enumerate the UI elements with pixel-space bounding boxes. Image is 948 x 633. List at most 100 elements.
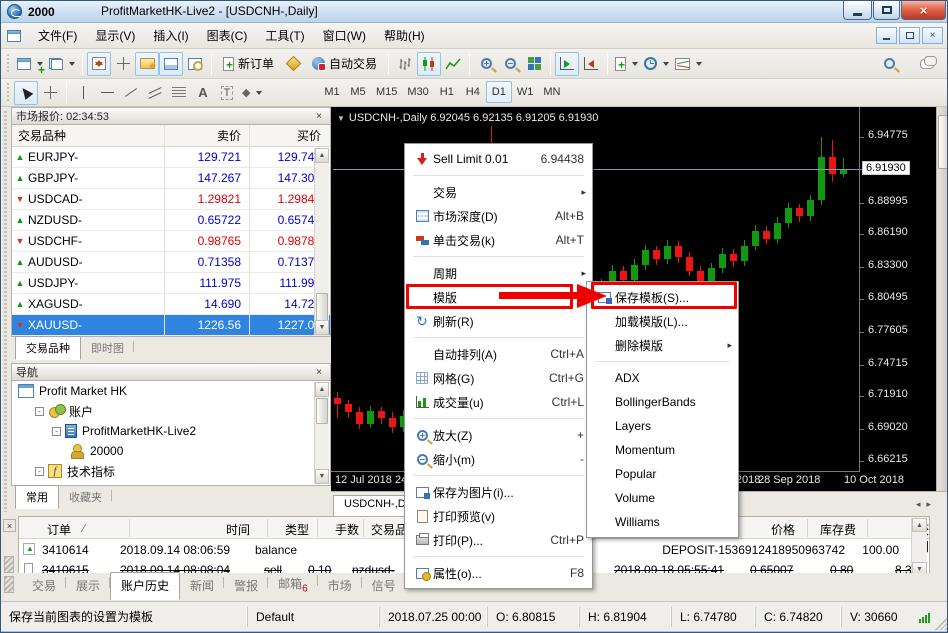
zoom-in-button[interactable] — [474, 52, 498, 76]
new-order-button[interactable]: +新订单 — [216, 52, 281, 76]
terminal-close-button[interactable]: × — [3, 519, 16, 532]
chart-scrollbar[interactable] — [936, 107, 948, 491]
market-row-EURJPY-[interactable]: ▲EURJPY-129.721129.743 — [12, 147, 330, 168]
menu-工具(T)[interactable]: 工具(T) — [256, 23, 313, 48]
terminal-column-订单[interactable]: 订单 — [47, 521, 71, 538]
chart-shift-button[interactable] — [579, 52, 603, 76]
market-watch-tab-即时图[interactable]: 即时图 — [81, 337, 134, 359]
navigator-item[interactable]: 20000 — [12, 441, 330, 461]
periods-button[interactable] — [641, 52, 672, 76]
bar-chart-button[interactable] — [393, 52, 417, 76]
tile-windows-button[interactable] — [522, 52, 546, 76]
trendline-tool-button[interactable] — [119, 81, 143, 105]
market-watch-scrollbar[interactable]: ▲ ▼ — [314, 148, 329, 335]
timeframe-D1-button[interactable]: D1 — [486, 81, 512, 103]
strategy-tester-button[interactable] — [183, 52, 207, 76]
timeframe-H1-button[interactable]: H1 — [434, 81, 460, 103]
navigator-item[interactable]: Profit Market HK — [12, 381, 330, 401]
data-window-button[interactable] — [111, 52, 135, 76]
menu-item-缩小(m)[interactable]: 缩小(m)- — [405, 447, 592, 471]
dock-grip[interactable] — [4, 576, 14, 593]
navigator-item[interactable]: -账户 — [12, 401, 330, 421]
timeframe-M15-button[interactable]: M15 — [371, 81, 402, 103]
timeframe-M30-button[interactable]: M30 — [402, 81, 433, 103]
tab-scroll-left-icon[interactable]: ◂ — [916, 499, 921, 510]
expander-minus-icon[interactable]: - — [35, 407, 44, 416]
menu-item-Sell Limit 0.01[interactable]: Sell Limit 0.016.94438 — [405, 147, 592, 171]
menu-item-保存为图片(i)...[interactable]: 保存为图片(i)... — [405, 480, 592, 504]
menu-item-BollingerBands[interactable]: BollingerBands — [587, 390, 738, 414]
column-header-symbol[interactable]: 交易品种 — [12, 127, 164, 144]
scroll-up-icon[interactable]: ▲ — [315, 148, 329, 163]
menu-插入(I)[interactable]: 插入(I) — [144, 23, 197, 48]
market-row-USDCAD-[interactable]: ▼USDCAD-1.298211.29844 — [12, 189, 330, 210]
metaeditor-button[interactable] — [281, 52, 305, 76]
market-row-XAGUSD-[interactable]: ▲XAGUSD-14.69014.729 — [12, 294, 330, 315]
terminal-toggle-button[interactable] — [159, 52, 183, 76]
terminal-tab-邮箱[interactable]: 邮箱6 — [268, 571, 318, 599]
search-button[interactable] — [877, 52, 901, 76]
label-tool-button[interactable]: T — [215, 81, 239, 105]
timeframe-MN-button[interactable]: MN — [538, 81, 565, 103]
column-header-ask[interactable]: 买价 — [249, 127, 329, 144]
dock-splitter[interactable] — [1, 107, 11, 516]
timeframe-M1-button[interactable]: M1 — [319, 81, 345, 103]
scroll-down-icon[interactable]: ▼ — [315, 469, 329, 484]
templates-button[interactable] — [672, 52, 705, 76]
terminal-column-价格[interactable]: 价格 — [771, 521, 795, 538]
menu-帮助(H)[interactable]: 帮助(H) — [375, 23, 434, 48]
maximize-button[interactable] — [873, 1, 900, 20]
menu-item-属性(o)...[interactable]: 属性(o)...F8 — [405, 561, 592, 585]
scroll-down-icon[interactable]: ▼ — [315, 320, 329, 335]
auto-scroll-button[interactable] — [555, 52, 579, 76]
market-row-GBPJPY-[interactable]: ▲GBPJPY-147.267147.303 — [12, 168, 330, 189]
menu-item-网格(G)[interactable]: 网格(G)Ctrl+G — [405, 366, 592, 390]
shapes-tool-button[interactable]: ◆ — [239, 81, 265, 105]
menu-item-打印(P)...[interactable]: 打印(P)...Ctrl+P — [405, 528, 592, 552]
scroll-up-icon[interactable]: ▲ — [912, 518, 927, 532]
terminal-tab-交易[interactable]: 交易 — [22, 573, 66, 599]
chat-button[interactable] — [915, 52, 939, 76]
crosshair-tool-button[interactable] — [38, 81, 62, 105]
close-button[interactable]: × — [901, 1, 946, 20]
new-chart-button[interactable]: + — [14, 52, 46, 76]
menu-item-加载模版(L)...[interactable]: 加载模版(L)... — [587, 309, 738, 333]
menu-item-成交量(u)[interactable]: 成交量(u)Ctrl+L — [405, 390, 592, 414]
terminal-column-时间[interactable]: 时间 — [226, 521, 250, 538]
text-tool-button[interactable]: A — [191, 81, 215, 105]
candlestick-chart-button[interactable] — [417, 52, 441, 76]
line-chart-button[interactable] — [441, 52, 465, 76]
navigator-toggle-button[interactable] — [135, 52, 159, 76]
column-header-bid[interactable]: 卖价 — [164, 127, 249, 144]
terminal-scrollbar[interactable]: ▲ ▼ — [911, 518, 927, 576]
indicators-button[interactable]: + — [612, 52, 641, 76]
navigator-scrollbar[interactable]: ▲ ▼ — [314, 382, 329, 484]
menu-item-放大(Z)[interactable]: 放大(Z)+ — [405, 423, 592, 447]
dock-grip[interactable] — [4, 556, 14, 573]
tab-scroll-right-icon[interactable]: ▸ — [926, 499, 931, 510]
menu-item-刷新(R)[interactable]: ↻刷新(R) — [405, 309, 592, 333]
close-icon[interactable]: × — [312, 110, 326, 123]
timeframe-H4-button[interactable]: H4 — [460, 81, 486, 103]
terminal-tab-新闻[interactable]: 新闻 — [180, 573, 224, 599]
market-row-USDCHF-[interactable]: ▼USDCHF-0.987650.98786 — [12, 231, 330, 252]
scrollbar-thumb[interactable] — [316, 398, 328, 424]
menu-item-打印预览(v)[interactable]: 打印预览(v) — [405, 504, 592, 528]
menu-图表(C)[interactable]: 图表(C) — [198, 23, 257, 48]
expander-minus-icon[interactable]: - — [35, 467, 44, 476]
mdi-close-button[interactable]: × — [922, 27, 943, 44]
market-watch-tab-交易品种[interactable]: 交易品种 — [15, 336, 81, 360]
menu-item-市场深度(D)[interactable]: 市场深度(D)Alt+B — [405, 204, 592, 228]
market-row-NZDUSD-[interactable]: ▲NZDUSD-0.657220.65746 — [12, 210, 330, 231]
terminal-tab-信号[interactable]: 信号 — [362, 573, 406, 599]
horizontal-line-tool-button[interactable] — [95, 81, 119, 105]
menu-item-删除模版[interactable]: 删除模版▸ — [587, 333, 738, 357]
navigator-tab-收藏夹[interactable]: 收藏夹 — [59, 486, 112, 508]
menu-item-单击交易(k)[interactable]: 单击交易(k)Alt+T — [405, 228, 592, 252]
navigator-tab-常用[interactable]: 常用 — [15, 485, 59, 509]
menu-窗口(W)[interactable]: 窗口(W) — [314, 23, 375, 48]
fibonacci-tool-button[interactable] — [167, 81, 191, 105]
menu-item-Layers[interactable]: Layers — [587, 414, 738, 438]
terminal-tab-市场[interactable]: 市场 — [318, 573, 362, 599]
menu-item-Popular[interactable]: Popular — [587, 462, 738, 486]
